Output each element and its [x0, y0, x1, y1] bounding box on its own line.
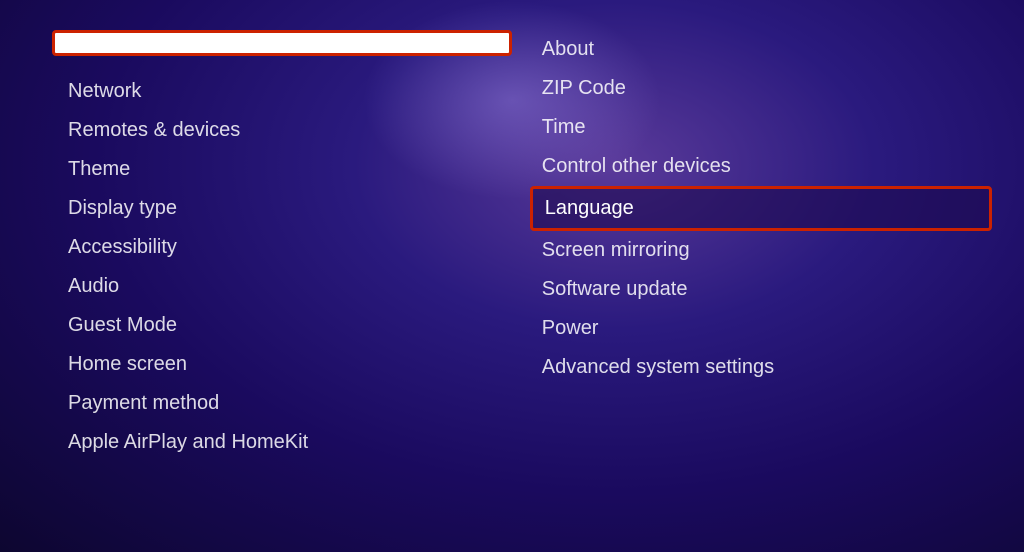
left-menu-item[interactable]: Apple AirPlay and HomeKit: [68, 423, 522, 462]
left-column: NetworkRemotes & devicesThemeDisplay typ…: [32, 30, 522, 462]
right-menu-item[interactable]: Screen mirroring: [542, 231, 992, 270]
left-menu-item[interactable]: Display type: [68, 189, 522, 228]
left-menu-item[interactable]: Accessibility: [68, 228, 522, 267]
right-menu-item[interactable]: Time: [542, 108, 992, 147]
main-content: NetworkRemotes & devicesThemeDisplay typ…: [0, 30, 1024, 462]
right-menu-item[interactable]: Software update: [542, 270, 992, 309]
right-menu-item-selected[interactable]: Language: [530, 186, 992, 231]
header: [0, 0, 1024, 20]
right-column: AboutZIP CodeTimeControl other devicesLa…: [522, 30, 992, 462]
left-menu-item[interactable]: Audio: [68, 267, 522, 306]
left-menu-item[interactable]: Home screen: [68, 345, 522, 384]
right-menu-item[interactable]: Control other devices: [542, 147, 992, 186]
system-selected-item[interactable]: [52, 30, 512, 56]
left-menu-item[interactable]: Network: [68, 72, 522, 111]
right-menu-item[interactable]: Power: [542, 309, 992, 348]
left-menu-item[interactable]: Remotes & devices: [68, 111, 522, 150]
right-menu-item[interactable]: ZIP Code: [542, 69, 992, 108]
right-menu-item[interactable]: About: [542, 30, 992, 69]
right-menu-item[interactable]: Advanced system settings: [542, 348, 992, 387]
left-menu: NetworkRemotes & devicesThemeDisplay typ…: [52, 72, 522, 462]
left-menu-item[interactable]: Guest Mode: [68, 306, 522, 345]
left-menu-item[interactable]: Theme: [68, 150, 522, 189]
left-menu-item[interactable]: Payment method: [68, 384, 522, 423]
